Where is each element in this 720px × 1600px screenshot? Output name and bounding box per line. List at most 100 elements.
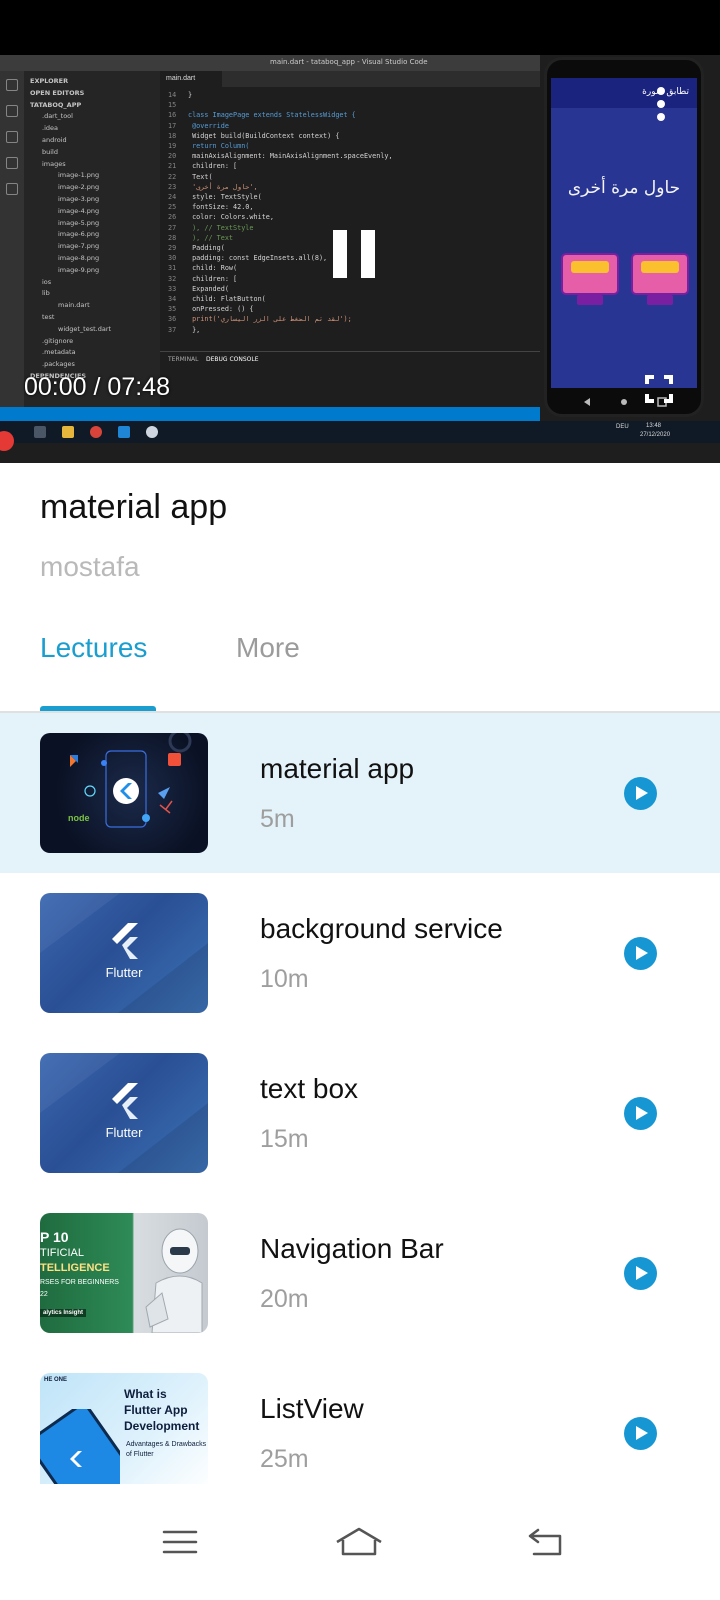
line-text: ), // TextStyle — [188, 223, 254, 232]
line-number: 14 — [168, 91, 177, 99]
fullscreen-icon[interactable] — [645, 375, 673, 403]
current-time: 00:00 — [24, 373, 87, 401]
play-icon[interactable] — [624, 777, 657, 810]
code-line: 19 return Column( — [168, 142, 249, 152]
hamburger-icon[interactable] — [160, 1526, 200, 1558]
back-icon[interactable] — [526, 1526, 566, 1558]
lecture-row[interactable]: node material app 5m — [0, 713, 720, 873]
play-icon[interactable] — [624, 937, 657, 970]
line-number: 31 — [168, 264, 177, 273]
line-text: ), // Text — [188, 233, 234, 242]
line-text: print('لقد تم الضغط على الزر اليساري'); — [188, 315, 352, 324]
line-number: 34 — [168, 295, 177, 303]
course-title: material app — [40, 488, 228, 526]
vscode-tabbar: main.dart — [160, 71, 540, 87]
line-text: Padding( — [188, 244, 225, 252]
line-text: child: FlatButton( — [188, 295, 266, 303]
home-icon[interactable] — [334, 1526, 384, 1558]
lecture-row[interactable]: P 10 TIFICIAL TELLIGENCE RSES FOR BEGINN… — [0, 1193, 720, 1353]
status-bar — [0, 0, 720, 55]
explorer-item: .gitignore — [42, 336, 74, 345]
explorer-item: lib — [42, 289, 50, 298]
line-text: padding: const EdgeInsets.all(8), — [188, 254, 328, 263]
code-line: 35 onPressed: () { — [168, 305, 253, 315]
code-line: 16 class ImagePage extends StatelessWidge… — [168, 111, 356, 121]
flutter-label: Flutter — [105, 965, 143, 980]
lecture-row[interactable]: Flutter background service 10m — [0, 873, 720, 1033]
play-icon[interactable] — [624, 1097, 657, 1130]
tab-lectures[interactable]: Lectures — [40, 632, 147, 664]
line-number: 33 — [168, 284, 177, 293]
explorer-item: image-7.png — [58, 242, 100, 251]
ai-line: 22 — [40, 1291, 48, 1298]
explorer-item: android — [42, 136, 67, 144]
code-line: 18 Widget build(BuildContext context) { — [168, 132, 339, 142]
video-player[interactable]: main.dart - tataboq_app - Visual Studio … — [0, 55, 720, 463]
code-line: 25 fontSize: 42.0, — [168, 203, 253, 213]
explorer-item: test — [42, 313, 55, 321]
flutter-logo-icon — [112, 923, 138, 959]
code-line: 17 @override — [168, 122, 229, 132]
taskbar-clock: 13:48 — [646, 423, 662, 429]
line-text: 'حاول مرة أخرى', — [188, 182, 258, 191]
ai-line: P 10 — [40, 1229, 69, 1245]
explorer-item: .idea — [42, 124, 58, 133]
debug-icon — [6, 157, 18, 169]
flutter-label: Flutter — [105, 1125, 143, 1140]
lecture-duration: 25m — [260, 1445, 309, 1473]
line-text: }, — [188, 325, 201, 334]
explorer-item: image-9.png — [58, 265, 100, 274]
time-separator: / — [93, 373, 101, 401]
emulator-navbar — [584, 397, 667, 407]
line-number: 20 — [168, 152, 177, 161]
cassette-image-right — [631, 253, 689, 305]
app-line: What is — [124, 1387, 167, 1401]
line-number: 25 — [168, 203, 177, 212]
play-icon[interactable] — [624, 1257, 657, 1290]
pause-icon[interactable] — [333, 230, 375, 278]
app-line: of Flutter — [126, 1451, 154, 1458]
play-icon[interactable] — [624, 1417, 657, 1450]
line-number: 35 — [168, 305, 177, 314]
explorer-item: .dart_tool — [42, 112, 73, 121]
node-label: node — [68, 813, 90, 823]
code-line: 21 children: [ — [168, 162, 237, 172]
code-line: 14} — [168, 91, 192, 101]
total-duration: 07:48 — [107, 373, 170, 401]
explorer-item: ios — [42, 277, 52, 286]
lecture-duration: 10m — [260, 965, 309, 993]
lecture-thumbnail: Flutter — [40, 893, 208, 1013]
code-line: 32 children: [ — [168, 275, 237, 285]
lecture-thumbnail: node — [40, 733, 208, 853]
search-icon — [6, 105, 18, 117]
lecture-title: text box — [260, 1073, 359, 1104]
lecture-title: Navigation Bar — [260, 1233, 444, 1264]
ai-line: RSES FOR BEGINNERS — [40, 1279, 119, 1286]
explorer-item: build — [42, 147, 58, 156]
progress-scrubber[interactable] — [0, 431, 14, 451]
taskbar-lang: DEU — [616, 424, 629, 430]
cassette-image-left — [561, 253, 619, 305]
lecture-title: background service — [260, 913, 503, 944]
app-line: Flutter App — [124, 1403, 188, 1417]
line-number: 29 — [168, 244, 177, 252]
obs-icon — [146, 426, 158, 438]
code-line: 33 Expanded( — [168, 285, 229, 295]
lecture-row[interactable]: Flutter text box 15m — [0, 1033, 720, 1193]
code-line: 28 ), // Text — [168, 234, 233, 244]
line-number: 19 — [168, 142, 177, 150]
lecture-duration: 5m — [260, 805, 295, 833]
code-line: 23 'حاول مرة أخرى', — [168, 183, 258, 193]
vscode-activity-bar — [0, 71, 24, 431]
panel-tab-debug: DEBUG CONSOLE — [206, 356, 259, 363]
line-number: 18 — [168, 131, 177, 140]
code-line: 36 print('لقد تم الضغط على الزر اليساري'… — [168, 315, 352, 325]
kebab-menu-icon[interactable] — [656, 87, 666, 121]
explorer-item: image-6.png — [58, 230, 100, 239]
app-line: Development — [124, 1419, 200, 1433]
tab-more[interactable]: More — [236, 632, 300, 664]
line-text: onPressed: () { — [188, 305, 254, 314]
lecture-title: ListView — [260, 1393, 364, 1424]
code-line: 22 Text( — [168, 173, 213, 183]
tech-logos-image — [70, 733, 192, 828]
